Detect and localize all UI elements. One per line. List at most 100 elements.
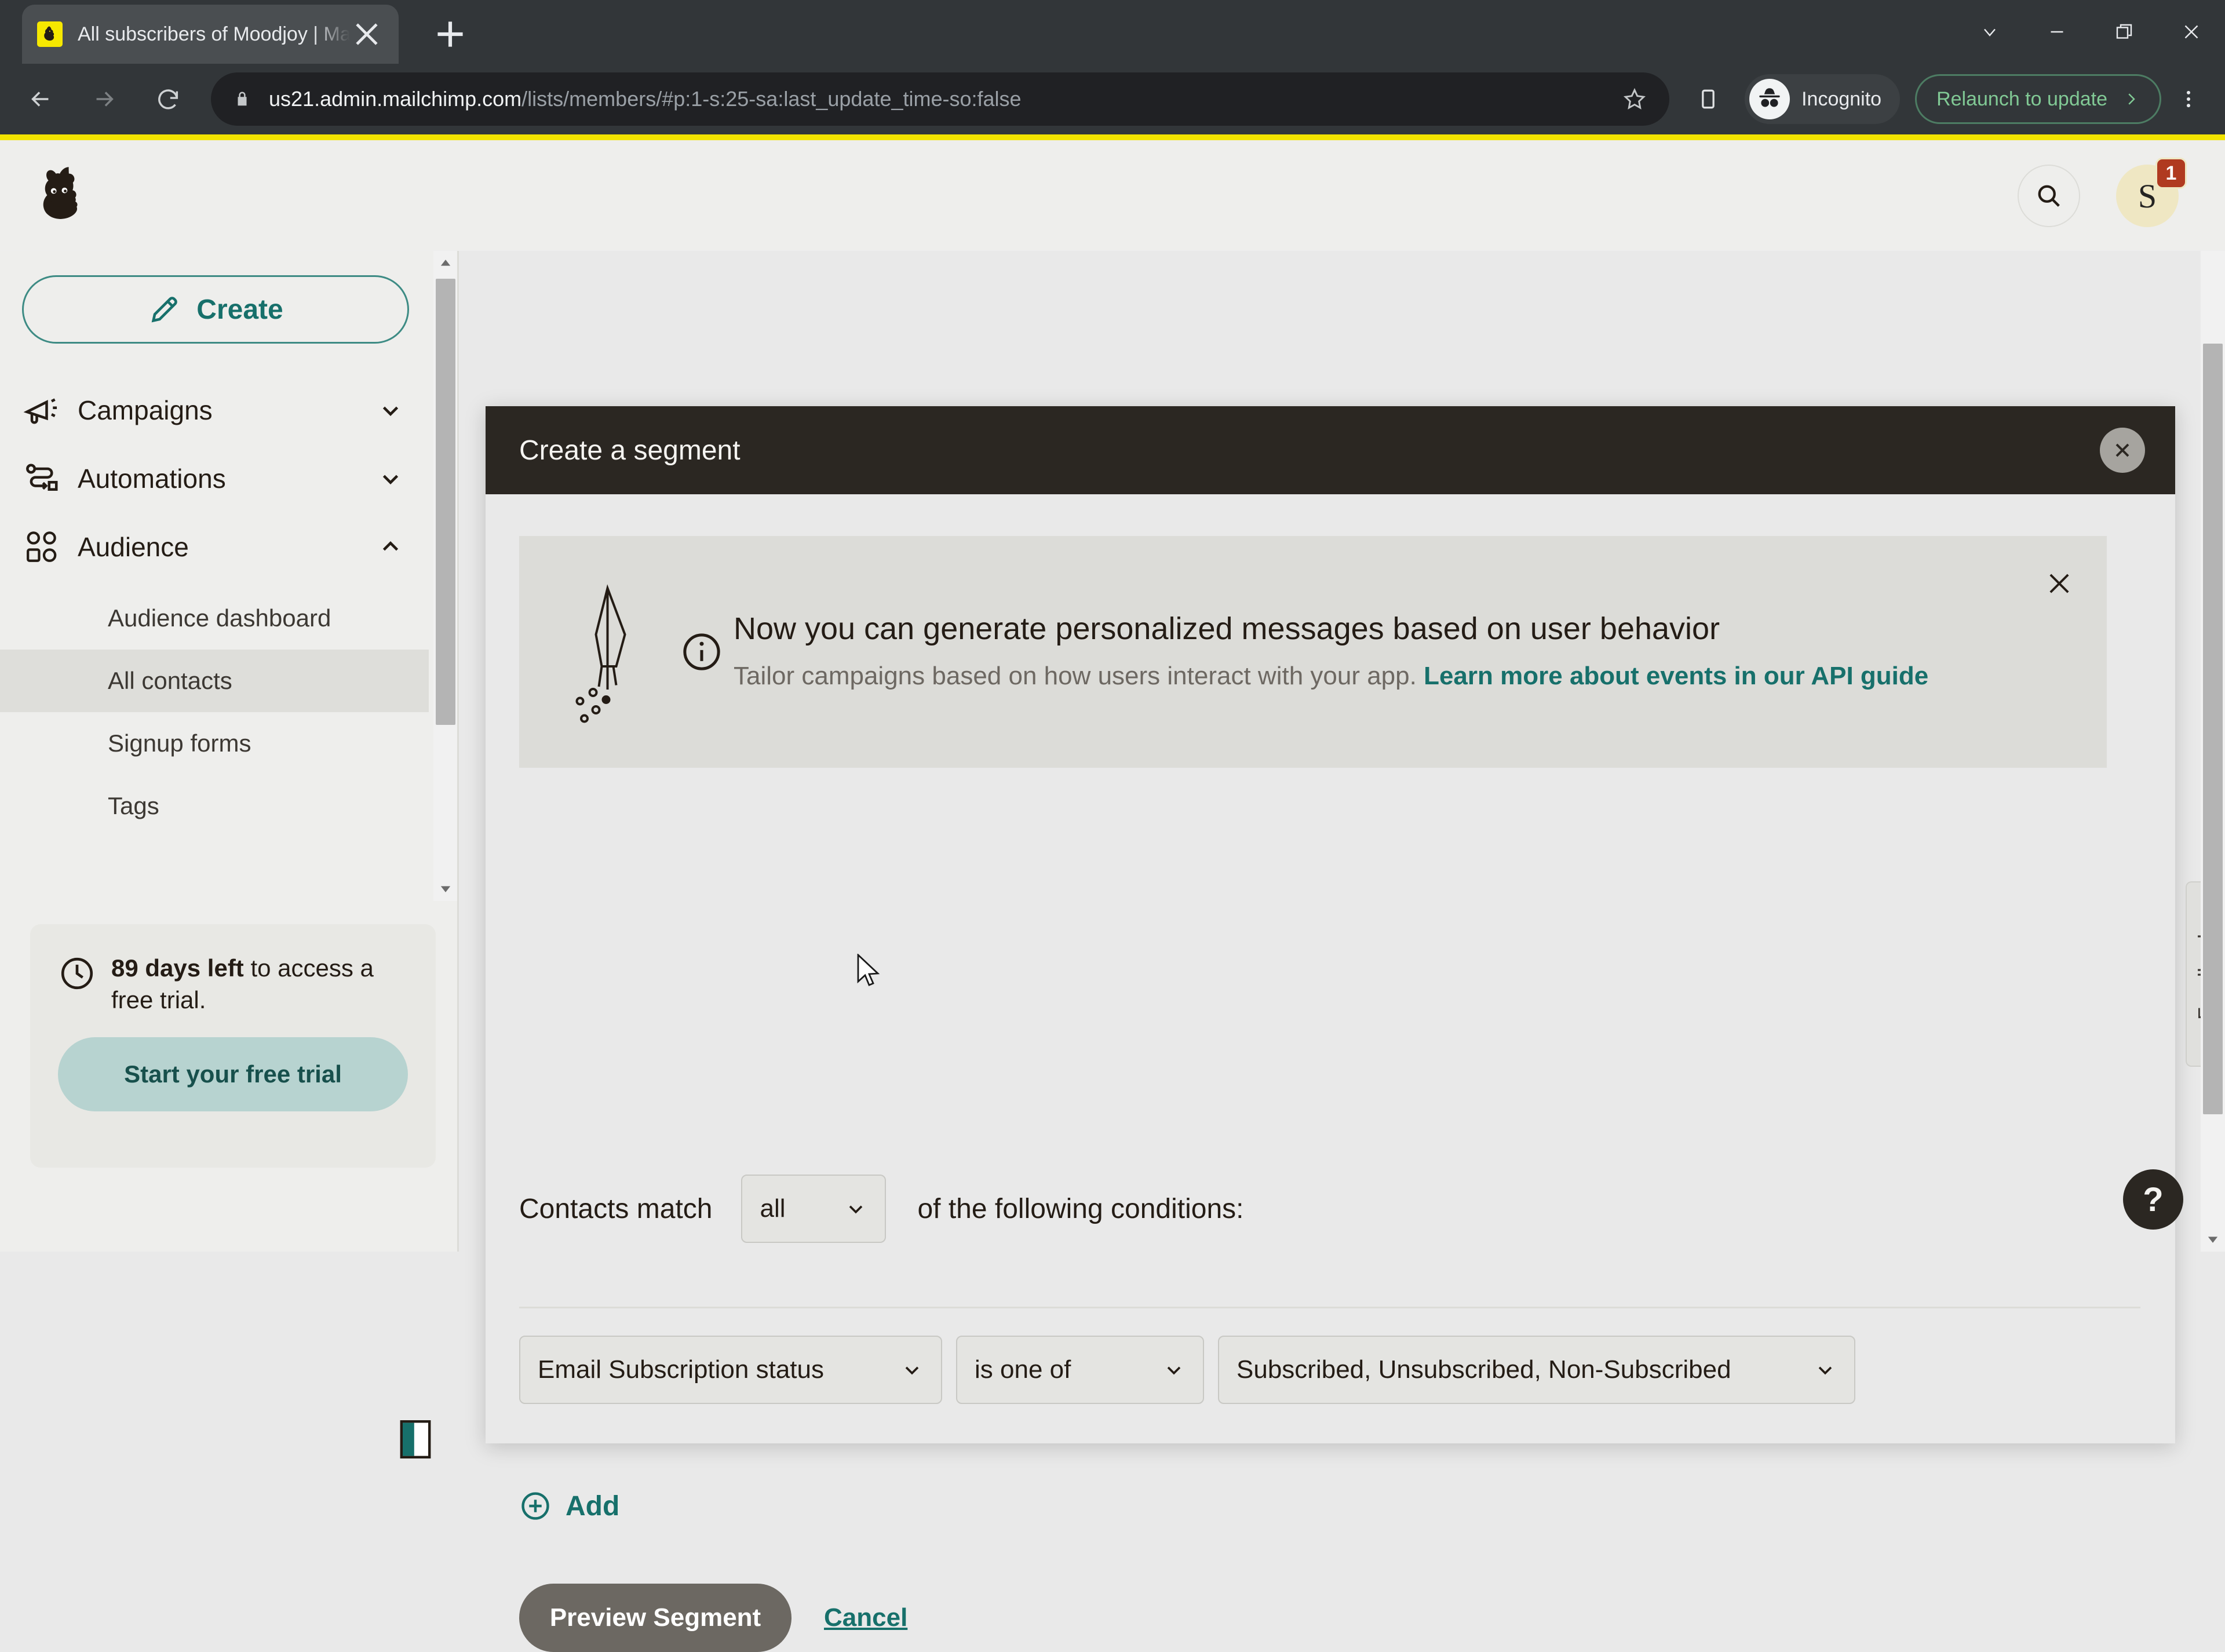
url-text: us21.admin.mailchimp.com/lists/members/#…	[269, 87, 1650, 111]
megaphone-icon	[22, 391, 68, 430]
sidebar-group-label: Campaigns	[78, 395, 213, 425]
create-segment-modal: Create a segment Now you can generate pe…	[486, 406, 2175, 1652]
match-type-select[interactable]: all	[741, 1175, 887, 1243]
scroll-up-arrow-icon[interactable]	[433, 251, 458, 275]
condition-row: Email Subscription status is one of Subs…	[519, 1336, 1855, 1404]
add-condition-button[interactable]: Add	[519, 1490, 619, 1522]
free-trial-text: 89 days left to access a free trial.	[111, 952, 408, 1016]
modal-header: Create a segment	[486, 406, 2175, 494]
back-arrow-icon[interactable]	[13, 71, 68, 127]
page-title: Create a segment	[519, 435, 741, 466]
info-circle-icon	[670, 630, 734, 674]
page-scrollbar[interactable]	[2201, 251, 2225, 1252]
banner-close-icon[interactable]	[2038, 563, 2080, 604]
sidebar-item-audience-dashboard[interactable]: Audience dashboard	[0, 587, 429, 650]
condition-operator-value: is one of	[975, 1355, 1071, 1384]
mailchimp-freddie-logo-icon[interactable]	[24, 161, 94, 230]
banner-learn-more-link[interactable]: Learn more about events in our API guide	[1424, 662, 1928, 690]
restore-icon[interactable]	[2091, 0, 2158, 64]
sidebar-scroll-area: Create Campaigns Automations Audience Au…	[0, 251, 458, 901]
url-path: /lists/members/#p:1-s:25-sa:last_update_…	[521, 87, 1022, 111]
forward-arrow-icon[interactable]	[76, 71, 132, 127]
tab-title: All subscribers of Moodjoy | Mai	[78, 23, 350, 45]
window-controls	[1956, 0, 2225, 64]
avatar[interactable]: S 1	[2116, 158, 2187, 227]
browser-toolbar: us21.admin.mailchimp.com/lists/members/#…	[0, 64, 2225, 134]
banner-body-text: Tailor campaigns based on how users inte…	[734, 661, 1424, 690]
chevron-down-icon	[1818, 1366, 1832, 1375]
create-button[interactable]: Create	[22, 275, 409, 344]
three-dot-menu-icon[interactable]	[2165, 75, 2212, 123]
page-viewport: S 1 Create Campaigns Automations Audienc…	[0, 134, 2225, 1652]
condition-operator-select[interactable]: is one of	[956, 1336, 1204, 1404]
contacts-match-suffix: of the following conditions:	[917, 1193, 1244, 1224]
sidebar-group-automations[interactable]: Automations	[0, 447, 429, 510]
scrollbar-thumb[interactable]	[436, 279, 455, 725]
banner-subtitle: Tailor campaigns based on how users inte…	[734, 658, 2014, 694]
browser-tab[interactable]: All subscribers of Moodjoy | Mai	[22, 5, 399, 64]
match-type-value: all	[760, 1194, 786, 1223]
preview-segment-button[interactable]: Preview Segment	[519, 1584, 791, 1652]
start-free-trial-button[interactable]: Start your free trial	[58, 1037, 408, 1111]
contacts-match-label: Contacts match	[519, 1193, 713, 1224]
free-trial-days: 89 days left	[111, 954, 244, 982]
search-icon[interactable]	[2018, 165, 2080, 227]
chevron-up-icon[interactable]	[374, 534, 407, 560]
scroll-down-arrow-icon[interactable]	[2201, 1227, 2225, 1252]
condition-field-select[interactable]: Email Subscription status	[519, 1336, 942, 1404]
condition-field-value: Email Subscription status	[538, 1355, 824, 1384]
condition-value-select[interactable]: Subscribed, Unsubscribed, Non-Subscribed	[1218, 1336, 1855, 1404]
contacts-match-row: Contacts match all of the following cond…	[519, 1175, 1243, 1243]
cancel-button[interactable]: Cancel	[824, 1603, 907, 1632]
sidebar-group-audience[interactable]: Audience	[0, 515, 429, 579]
sidebar-item-label: Tags	[108, 792, 159, 819]
tab-strip: All subscribers of Moodjoy | Mai	[0, 0, 2225, 64]
incognito-indicator[interactable]: Incognito	[1745, 74, 1901, 124]
mailchimp-favicon-icon	[37, 21, 63, 47]
chevron-down-icon[interactable]	[374, 397, 407, 424]
app-header: S 1	[0, 140, 2225, 257]
toolbar-right-cluster: Incognito Relaunch to update	[1684, 74, 2225, 124]
sidebar-item-label: All contacts	[108, 667, 232, 694]
pen-writing-illustration-icon	[548, 579, 670, 724]
banner-title: Now you can generate personalized messag…	[734, 611, 1720, 647]
scroll-down-arrow-icon[interactable]	[433, 877, 458, 901]
address-bar[interactable]: us21.admin.mailchimp.com/lists/members/#…	[211, 72, 1670, 126]
add-label: Add	[566, 1490, 620, 1522]
url-host: us21.admin.mailchimp.com	[269, 87, 522, 111]
help-button[interactable]: ?	[2123, 1169, 2183, 1230]
modal-body: Now you can generate personalized messag…	[486, 494, 2175, 1652]
brand-accent-bar	[0, 134, 2225, 140]
tab-close-icon[interactable]	[350, 17, 384, 51]
sidebar-group-label: Automations	[78, 464, 226, 494]
sidebar: Create Campaigns Automations Audience Au…	[0, 251, 458, 1458]
automation-flow-icon	[22, 459, 68, 498]
close-icon[interactable]	[2158, 0, 2225, 64]
minimize-icon[interactable]	[2023, 0, 2091, 64]
sidebar-scrollbar[interactable]	[433, 251, 458, 901]
relaunch-to-update-button[interactable]: Relaunch to update	[1915, 74, 2161, 124]
sidebar-group-campaigns[interactable]: Campaigns	[0, 378, 429, 442]
condition-value-value: Subscribed, Unsubscribed, Non-Subscribed	[1236, 1355, 1731, 1384]
free-trial-card: 89 days left to access a free trial. Sta…	[30, 924, 436, 1168]
sidebar-group-label: Audience	[78, 532, 189, 562]
chevron-down-icon	[905, 1366, 919, 1375]
panel-collapse-icon[interactable]	[400, 1420, 431, 1458]
chevron-down-icon	[1167, 1366, 1181, 1375]
bookmark-star-icon[interactable]	[1614, 78, 1655, 120]
sidebar-item-tags[interactable]: Tags	[0, 775, 429, 837]
tab-search-chevron-down-icon[interactable]	[1956, 0, 2023, 64]
lock-icon	[231, 87, 254, 111]
close-icon[interactable]	[2100, 428, 2145, 473]
sidebar-item-all-contacts[interactable]: All contacts	[0, 650, 429, 712]
new-tab-button[interactable]	[429, 13, 472, 56]
scrollbar-thumb[interactable]	[2203, 344, 2223, 1114]
chevron-down-icon[interactable]	[374, 465, 407, 492]
plus-circle-icon	[521, 1492, 549, 1520]
sidebar-item-label: Audience dashboard	[108, 604, 331, 632]
chevron-down-icon	[849, 1205, 863, 1214]
reload-icon[interactable]	[140, 71, 196, 127]
side-panel-icon[interactable]	[1684, 75, 1732, 123]
sidebar-item-signup-forms[interactable]: Signup forms	[0, 712, 429, 775]
browser-chrome: All subscribers of Moodjoy | Mai us21.ad…	[0, 0, 2225, 134]
